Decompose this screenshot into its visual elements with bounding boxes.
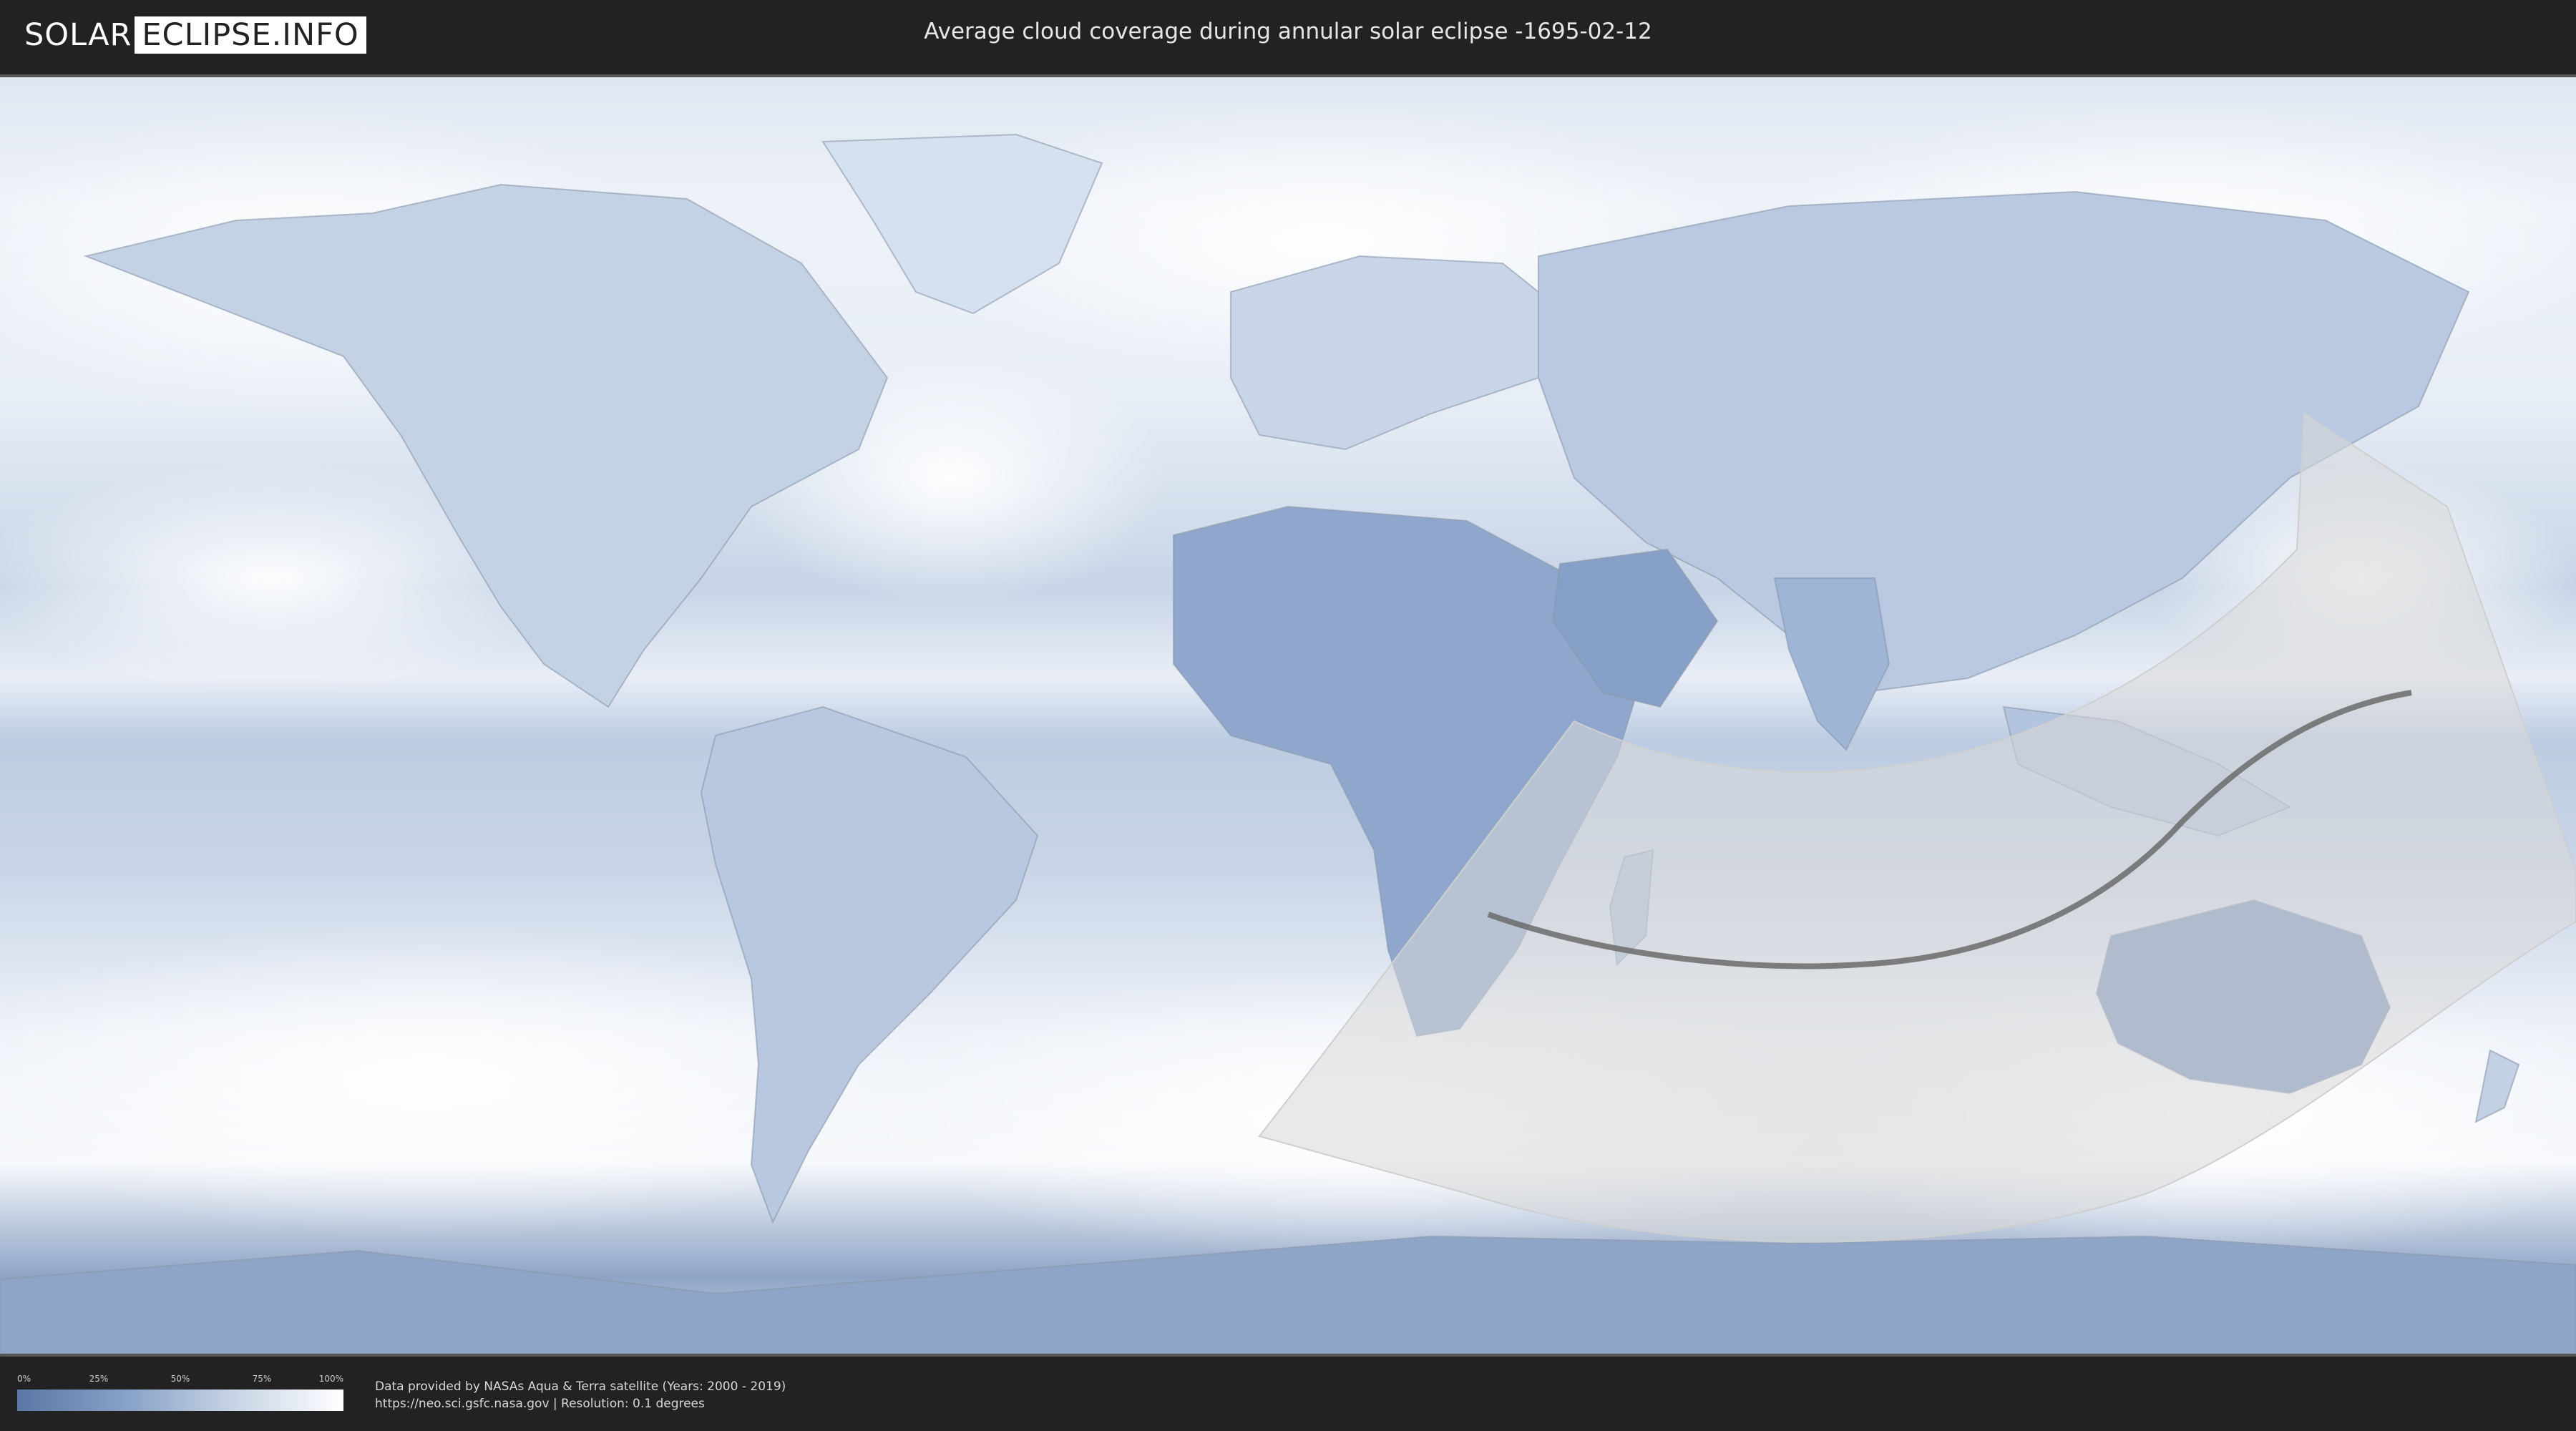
legend-tick-labels: 0% 25% 50% 75% 100% bbox=[17, 1374, 343, 1384]
antarctica bbox=[0, 1235, 2576, 1354]
data-source-link[interactable]: https://neo.sci.gsfc.nasa.gov | Resoluti… bbox=[375, 1397, 705, 1411]
legend-tick-50: 50% bbox=[170, 1374, 190, 1384]
data-credit-text: Data provided by NASAs Aqua & Terra sate… bbox=[375, 1379, 786, 1394]
page-title: Average cloud coverage during annular so… bbox=[924, 19, 1652, 44]
map-svg bbox=[0, 77, 2576, 1354]
legend-tick-100: 100% bbox=[318, 1374, 343, 1384]
cloud-coverage-legend-bar bbox=[17, 1390, 343, 1411]
legend-tick-0: 0% bbox=[17, 1374, 31, 1384]
header-bar: SOLAR ECLIPSE.INFO Average cloud coverag… bbox=[0, 0, 2576, 72]
page: SOLAR ECLIPSE.INFO Average cloud coverag… bbox=[0, 0, 2576, 1431]
legend-tick-25: 25% bbox=[89, 1374, 109, 1384]
footer-bar: 0% 25% 50% 75% 100% Data provided by NAS… bbox=[0, 1357, 2576, 1431]
cloud-coverage-map bbox=[0, 74, 2576, 1357]
legend-tick-75: 75% bbox=[252, 1374, 272, 1384]
